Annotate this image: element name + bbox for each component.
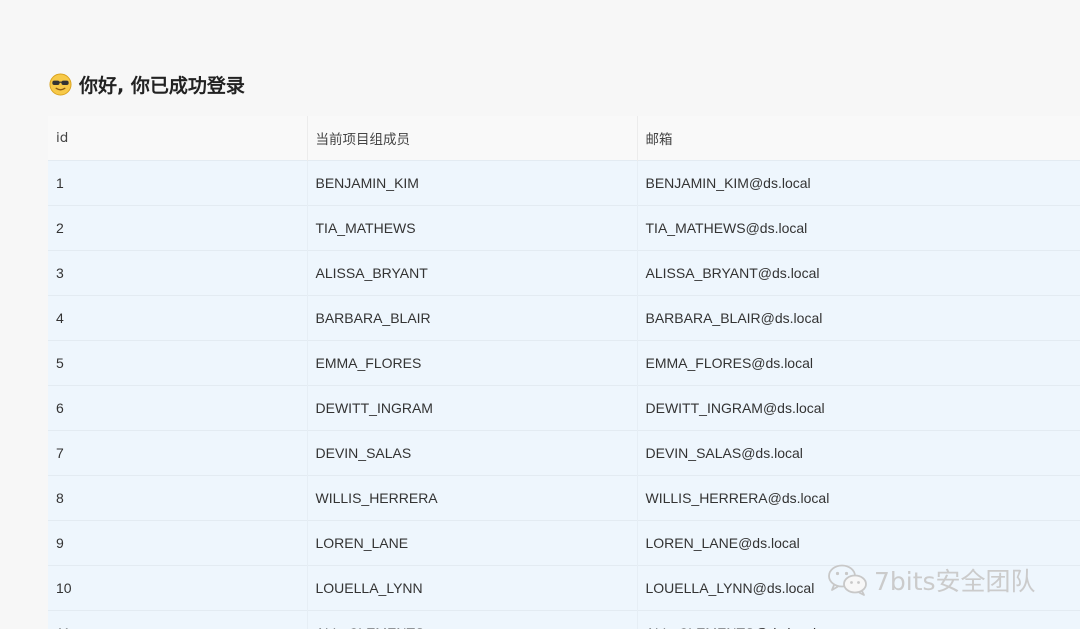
cell-id: 1 bbox=[48, 160, 308, 206]
greeting-heading: 你好, 你已成功登录 bbox=[49, 70, 245, 98]
cell-member: BARBARA_BLAIR bbox=[307, 295, 638, 341]
watermark: 7bits安全团队 bbox=[826, 562, 1036, 598]
column-header-member: 当前项目组成员 bbox=[307, 116, 638, 161]
table-row: 3 ALISSA_BRYANT ALISSA_BRYANT@ds.local bbox=[48, 250, 1080, 296]
cell-id: 8 bbox=[48, 475, 308, 521]
table-row: 8 WILLIS_HERRERA WILLIS_HERRERA@ds.local bbox=[48, 475, 1080, 521]
cell-member: EMMA_FLORES bbox=[307, 340, 638, 386]
cell-email: TIA_MATHEWS@ds.local bbox=[637, 205, 1080, 251]
cell-email: WILLIS_HERRERA@ds.local bbox=[637, 475, 1080, 521]
table-row: 1 BENJAMIN_KIM BENJAMIN_KIM@ds.local bbox=[48, 160, 1080, 206]
wechat-icon bbox=[828, 564, 867, 596]
members-table-container: id 当前项目组成员 邮箱 1 BENJAMIN_KIM BENJAMIN_KI… bbox=[48, 116, 1080, 629]
cell-email: EMMA_FLORES@ds.local bbox=[637, 340, 1080, 386]
cell-id: 9 bbox=[48, 520, 308, 566]
column-header-email: 邮箱 bbox=[637, 116, 1080, 161]
cell-email: ALL_CLEMENTS@ds.local bbox=[637, 610, 1080, 629]
sunglasses-face-icon bbox=[49, 72, 72, 96]
cell-id: 11 bbox=[48, 610, 308, 629]
cell-member: LOREN_LANE bbox=[307, 520, 638, 566]
table-row: 9 LOREN_LANE LOREN_LANE@ds.local bbox=[48, 520, 1080, 566]
cell-member: DEWITT_INGRAM bbox=[307, 385, 638, 431]
table-row: 7 DEVIN_SALAS DEVIN_SALAS@ds.local bbox=[48, 430, 1080, 476]
members-table: id 当前项目组成员 邮箱 1 BENJAMIN_KIM BENJAMIN_KI… bbox=[48, 116, 1080, 629]
cell-id: 5 bbox=[48, 340, 308, 386]
cell-member: TIA_MATHEWS bbox=[307, 205, 638, 251]
page: 你好, 你已成功登录 id 当前项目组成员 邮箱 1 BENJAMIN_KIM … bbox=[0, 0, 1080, 629]
table-row: 5 EMMA_FLORES EMMA_FLORES@ds.local bbox=[48, 340, 1080, 386]
column-header-id: id bbox=[48, 116, 308, 161]
cell-email: BARBARA_BLAIR@ds.local bbox=[637, 295, 1080, 341]
table-row: 11 ALL_CLEMENTS ALL_CLEMENTS@ds.local bbox=[48, 610, 1080, 629]
cell-id: 3 bbox=[48, 250, 308, 296]
cell-member: ALL_CLEMENTS bbox=[307, 610, 638, 629]
table-row: 2 TIA_MATHEWS TIA_MATHEWS@ds.local bbox=[48, 205, 1080, 251]
cell-email: DEVIN_SALAS@ds.local bbox=[637, 430, 1080, 476]
watermark-text: 7bits安全团队 bbox=[874, 567, 1036, 596]
cell-member: WILLIS_HERRERA bbox=[307, 475, 638, 521]
cell-member: DEVIN_SALAS bbox=[307, 430, 638, 476]
cell-member: LOUELLA_LYNN bbox=[307, 565, 638, 611]
cell-id: 6 bbox=[48, 385, 308, 431]
cell-email: DEWITT_INGRAM@ds.local bbox=[637, 385, 1080, 431]
cell-email: ALISSA_BRYANT@ds.local bbox=[637, 250, 1080, 296]
cell-member: ALISSA_BRYANT bbox=[307, 250, 638, 296]
cell-email: LOREN_LANE@ds.local bbox=[637, 520, 1080, 566]
table-row: 6 DEWITT_INGRAM DEWITT_INGRAM@ds.local bbox=[48, 385, 1080, 431]
cell-id: 4 bbox=[48, 295, 308, 341]
cell-email: BENJAMIN_KIM@ds.local bbox=[637, 160, 1080, 206]
table-row: 4 BARBARA_BLAIR BARBARA_BLAIR@ds.local bbox=[48, 295, 1080, 341]
table-header-row: id 当前项目组成员 邮箱 bbox=[48, 116, 1080, 161]
greeting-text: 你好, 你已成功登录 bbox=[79, 74, 245, 97]
cell-id: 7 bbox=[48, 430, 308, 476]
cell-id: 10 bbox=[48, 565, 308, 611]
cell-member: BENJAMIN_KIM bbox=[307, 160, 638, 206]
cell-id: 2 bbox=[48, 205, 308, 251]
